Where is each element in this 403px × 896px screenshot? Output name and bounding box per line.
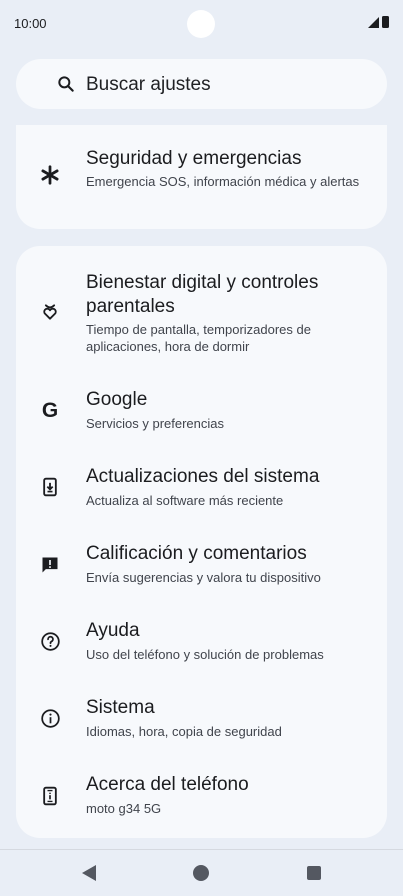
system-update-icon [38, 475, 62, 499]
status-time: 10:00 [14, 16, 47, 31]
setting-about-phone[interactable]: Acerca del teléfono moto g34 5G [16, 755, 387, 838]
setting-title: Ayuda [86, 620, 140, 641]
settings-card-top: Seguridad y emergencias Emergencia SOS, … [16, 125, 387, 229]
search-placeholder: Buscar ajustes [86, 74, 211, 95]
setting-safety-emergency[interactable]: Seguridad y emergencias Emergencia SOS, … [16, 125, 387, 229]
setting-title: Seguridad y emergencias [86, 148, 302, 169]
status-bar: 10:00 [0, 0, 403, 48]
setting-title: Actualizaciones del sistema [86, 466, 320, 487]
setting-subtitle: Actualiza al software más reciente [86, 493, 284, 508]
help-icon [38, 629, 62, 653]
setting-help[interactable]: Ayuda Uso del teléfono y solución de pro… [16, 601, 387, 678]
setting-title: Sistema [86, 697, 155, 718]
setting-digital-wellbeing[interactable]: Bienestar digital y controles parentales… [16, 246, 387, 370]
feedback-icon [38, 553, 62, 577]
digital-wellbeing-icon [38, 300, 62, 324]
setting-title: Bienestar digital y controles parentales [86, 272, 319, 317]
setting-system[interactable]: Sistema Idiomas, hora, copia de segurida… [16, 678, 387, 755]
camera-cutout [187, 10, 215, 38]
setting-subtitle: Tiempo de pantalla, temporizadores de ap… [86, 322, 311, 354]
system-icons [368, 16, 389, 28]
setting-title: Calificación y comentarios [86, 543, 307, 564]
setting-title: Acerca del teléfono [86, 774, 249, 795]
google-icon: G [41, 399, 59, 422]
setting-subtitle: Idiomas, hora, copia de seguridad [86, 724, 282, 739]
home-icon[interactable] [193, 865, 209, 881]
setting-subtitle: Uso del teléfono y solución de problemas [86, 647, 324, 662]
recents-icon[interactable] [307, 866, 321, 880]
back-icon[interactable] [82, 865, 96, 881]
setting-title: Google [86, 389, 148, 410]
asterisk-icon [38, 163, 62, 187]
search-icon [58, 76, 74, 92]
battery-icon [382, 16, 389, 28]
navigation-bar [0, 849, 403, 896]
setting-system-updates[interactable]: Actualizaciones del sistema Actualiza al… [16, 447, 387, 524]
search-bar[interactable]: Buscar ajustes [16, 59, 387, 109]
setting-subtitle: Servicios y preferencias [86, 416, 224, 431]
info-icon [38, 706, 62, 730]
setting-google[interactable]: G Google Servicios y preferencias [16, 370, 387, 447]
setting-subtitle: Emergencia SOS, información médica y ale… [86, 174, 360, 189]
phone-info-icon [38, 784, 62, 808]
setting-feedback[interactable]: Calificación y comentarios Envía sugeren… [16, 524, 387, 601]
settings-card-main: Bienestar digital y controles parentales… [16, 246, 387, 838]
signal-icon [368, 17, 379, 28]
setting-subtitle: Envía sugerencias y valora tu dispositiv… [86, 570, 321, 585]
setting-subtitle: moto g34 5G [86, 801, 162, 816]
